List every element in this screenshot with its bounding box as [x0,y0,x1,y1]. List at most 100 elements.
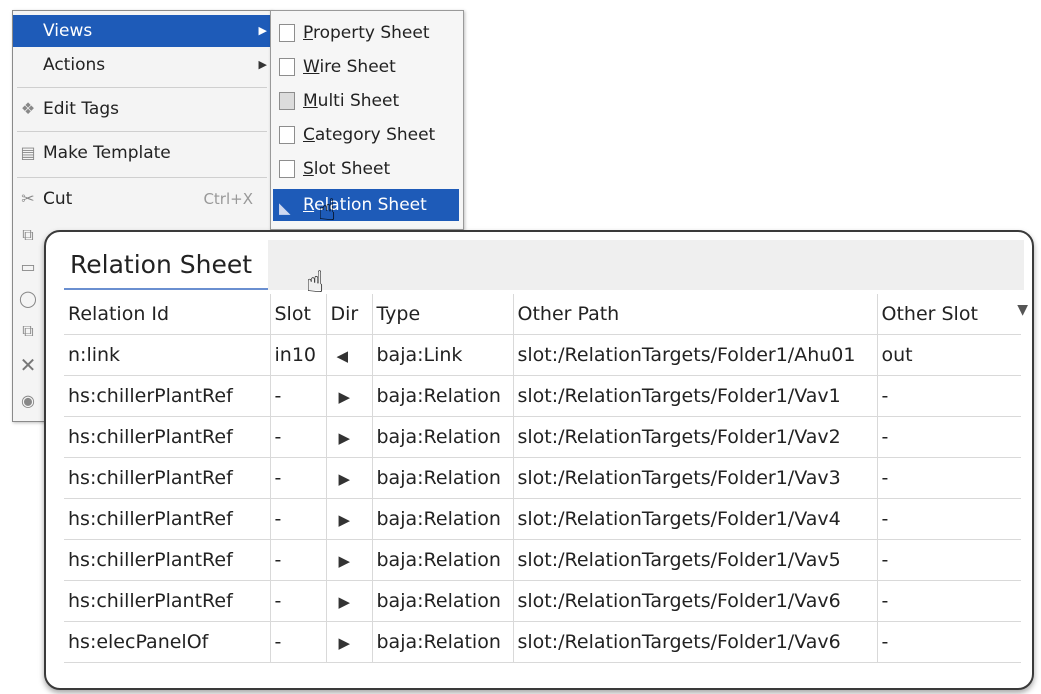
paste-icon: ▭ [20,257,36,276]
paste-special-icon: ◯ [19,289,37,308]
relation-sheet-icon: ◣ [279,199,291,217]
menu-separator [17,87,267,88]
relation-id-cell: hs:elecPanelOf [64,621,271,663]
menu-item-edit-tags[interactable]: ❖ Edit Tags [13,93,271,125]
submenu-item-label: Multi Sheet [303,91,400,111]
cut-icon: ✂ [21,189,35,208]
table-row[interactable]: n:link in10 ◀ baja:Link slot:/RelationTarget… [64,334,1021,376]
other-slot-cell: - [877,621,1021,663]
submenu-item-label: Wire Sheet [303,57,396,77]
slot-cell: - [270,621,327,663]
other-path-cell: slot:/RelationTargets/Folder1/Vav5 [513,539,878,581]
column-header-type[interactable]: Type [372,294,514,335]
direction-out-arrow-icon: ▶ [338,428,351,447]
other-slot-cell: out [877,334,1021,376]
table-row[interactable]: hs:chillerPlantRef - ▶ baja:Relation slot:/R… [64,375,1021,417]
type-cell: baja:Relation [372,621,514,663]
direction-cell: ▶ [326,498,373,540]
binoculars-icon: ◉ [21,391,35,410]
submenu-item-multi-sheet[interactable]: Multi Sheet [273,85,459,117]
table-row[interactable]: hs:elecPanelOf - ▶ baja:Relation slot:/Relat… [64,621,1021,663]
menu-separator [17,177,267,178]
type-cell: baja:Relation [372,498,514,540]
menu-item-label: Actions [43,55,106,75]
submenu-arrow-icon: ▶ [258,24,267,37]
other-path-cell: slot:/RelationTargets/Folder1/Vav3 [513,457,878,499]
delete-icon: ✕ [19,353,37,377]
submenu-item-category-sheet[interactable]: Category Sheet [273,119,459,151]
type-cell: baja:Relation [372,539,514,581]
direction-out-arrow-icon: ▶ [338,551,351,570]
table-row[interactable]: hs:chillerPlantRef - ▶ baja:Relation slot:/R… [64,457,1021,499]
category-sheet-icon [279,126,295,144]
multi-sheet-icon [279,92,295,110]
direction-out-arrow-icon: ▶ [338,387,351,406]
slot-cell: - [270,498,327,540]
direction-cell: ▶ [326,539,373,581]
column-header-relation-id[interactable]: Relation Id [64,294,271,335]
direction-cell: ▶ [326,621,373,663]
submenu-arrow-icon: ▶ [258,58,267,71]
table-header-row: Relation Id Slot Dir Type Other Path Oth… [64,294,1021,335]
table-row[interactable]: hs:chillerPlantRef - ▶ baja:Relation slot:/R… [64,498,1021,540]
table-row[interactable]: hs:chillerPlantRef - ▶ baja:Relation slot:/R… [64,416,1021,458]
submenu-item-wire-sheet[interactable]: Wire Sheet [273,51,459,83]
other-path-cell: slot:/RelationTargets/Folder1/Vav1 [513,375,878,417]
submenu-item-relation-sheet[interactable]: ◣ Relation Sheet [273,189,459,221]
column-header-dir[interactable]: Dir [326,294,373,335]
slot-sheet-icon [279,160,295,178]
type-cell: baja:Relation [372,375,514,417]
slot-cell: - [270,580,327,622]
relation-id-cell: hs:chillerPlantRef [64,457,271,499]
menu-item-label: Make Template [43,143,171,163]
table-row[interactable]: hs:chillerPlantRef - ▶ baja:Relation slot:/R… [64,539,1021,581]
column-header-slot[interactable]: Slot [270,294,327,335]
property-sheet-icon [279,24,295,42]
menu-item-make-template[interactable]: ▤ Make Template [13,137,271,169]
slot-cell: - [270,539,327,581]
menu-item-cut[interactable]: ✂ Cut Ctrl+X [13,183,271,215]
relation-id-cell: hs:chillerPlantRef [64,498,271,540]
copy-icon: ⧉ [22,225,34,244]
relation-id-cell: hs:chillerPlantRef [64,580,271,622]
type-cell: baja:Relation [372,580,514,622]
other-slot-cell: - [877,416,1021,458]
submenu-item-label: Property Sheet [303,23,430,43]
menu-item-label: Cut [43,189,73,209]
direction-cell: ▶ [326,375,373,417]
relation-id-cell: hs:chillerPlantRef [64,416,271,458]
hand-cursor-icon: ☝ [306,265,325,300]
direction-cell: ▶ [326,457,373,499]
column-header-other-slot[interactable]: Other Slot [877,294,1021,335]
direction-in-arrow-icon: ◀ [336,346,349,365]
column-header-other-path[interactable]: Other Path [513,294,878,335]
tag-icon: ❖ [20,99,36,118]
tab-bar: Relation Sheet [64,240,1024,290]
other-slot-cell: - [877,580,1021,622]
direction-out-arrow-icon: ▶ [338,592,351,611]
submenu-item-property-sheet[interactable]: Property Sheet [273,17,459,49]
type-cell: baja:Link [372,334,514,376]
relation-id-cell: hs:chillerPlantRef [64,539,271,581]
table-row[interactable]: hs:chillerPlantRef - ▶ baja:Relation slot:/R… [64,580,1021,622]
other-slot-cell: - [877,375,1021,417]
duplicate-icon: ⧉ [22,321,34,340]
type-cell: baja:Relation [372,457,514,499]
wire-sheet-icon [279,58,295,76]
column-chooser-dropdown-icon[interactable]: ▼ [1017,302,1028,318]
submenu-item-slot-sheet[interactable]: Slot Sheet [273,153,459,185]
menu-item-actions[interactable]: Actions ▶ [13,49,271,81]
slot-cell: - [270,375,327,417]
template-icon: ▤ [20,143,36,162]
direction-cell: ▶ [326,580,373,622]
slot-cell: - [270,457,327,499]
direction-out-arrow-icon: ▶ [338,633,351,652]
relation-id-cell: n:link [64,334,271,376]
other-path-cell: slot:/RelationTargets/Folder1/Vav4 [513,498,878,540]
tab-relation-sheet[interactable]: Relation Sheet [64,240,268,290]
shortcut-label: Ctrl+X [203,190,253,208]
direction-out-arrow-icon: ▶ [338,469,351,488]
views-submenu: Property Sheet Wire Sheet Multi Sheet Ca… [270,10,464,230]
type-cell: baja:Relation [372,416,514,458]
menu-item-views[interactable]: Views ▶ [13,15,271,47]
